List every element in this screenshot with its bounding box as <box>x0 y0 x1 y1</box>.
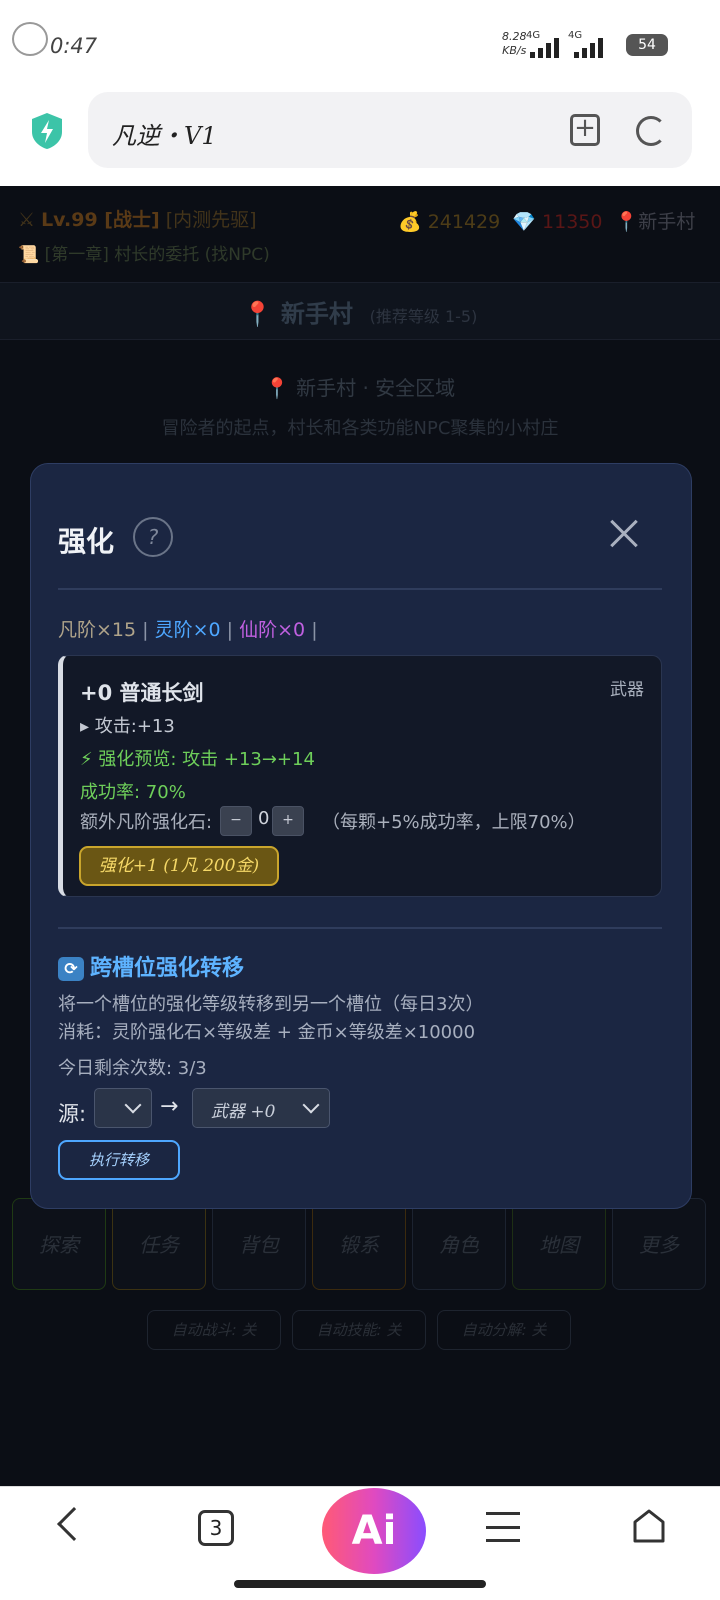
nav-forge[interactable]: 锻系 <box>312 1198 406 1290</box>
menu-icon[interactable] <box>486 1512 520 1542</box>
transfer-desc: 将一个槽位的强化等级转移到另一个槽位（每日3次） <box>58 994 484 1015</box>
shield-icon[interactable] <box>30 112 64 150</box>
decrease-button[interactable]: − <box>220 806 252 836</box>
auto-salvage-toggle[interactable]: 自动分解: 关 <box>437 1310 571 1350</box>
stone-inventory: 凡阶×15 | 灵阶×0 | 仙阶×0 | <box>58 619 318 641</box>
nav-map[interactable]: 地图 <box>512 1198 606 1290</box>
extra-stone-note: （每颗+5%成功率，上限70%） <box>322 812 586 833</box>
signal-icon <box>530 36 566 58</box>
nav-bag[interactable]: 背包 <box>212 1198 306 1290</box>
battery-indicator: 54 <box>626 34 668 56</box>
clock: 0:47 <box>50 34 98 58</box>
nav-character[interactable]: 角色 <box>412 1198 506 1290</box>
help-icon[interactable]: ? <box>133 517 173 557</box>
nav-quest[interactable]: 任务 <box>112 1198 206 1290</box>
target-select[interactable]: 武器 +0 <box>192 1088 330 1128</box>
transfer-remaining: 今日剩余次数: 3/3 <box>58 1058 207 1079</box>
transfer-icon: ⟳ <box>58 957 84 981</box>
modal-title: 强化 <box>58 525 115 558</box>
home-icon[interactable] <box>632 1508 666 1544</box>
reload-icon[interactable] <box>636 116 666 146</box>
chevron-down-icon <box>124 1096 142 1114</box>
auto-skill-toggle[interactable]: 自动技能: 关 <box>292 1310 426 1350</box>
divider <box>58 588 662 590</box>
add-bookmark-icon[interactable]: + <box>570 114 600 146</box>
village-intro: 冒险者的起点，村长和各类功能NPC聚集的小村庄 <box>161 418 559 439</box>
cat-sticker-icon <box>12 22 48 56</box>
status-bar <box>0 0 720 88</box>
item-stat: ▸ 攻击:+13 <box>80 716 175 737</box>
transfer-cost: 消耗：灵阶强化石×等级差 + 金币×等级差×10000 <box>58 1022 476 1043</box>
currency-bar: 💰 241429 💎 11350 📍新手村 <box>398 211 696 233</box>
extra-stone-label: 额外凡阶强化石: <box>80 812 213 833</box>
safe-zone-label: 📍 新手村 · 安全区域 <box>264 376 456 400</box>
tabs-button[interactable]: 3 <box>198 1510 234 1546</box>
close-icon[interactable] <box>606 516 642 552</box>
item-type: 武器 <box>610 680 644 700</box>
increase-button[interactable]: + <box>272 806 304 836</box>
extra-stone-qty: 0 <box>258 808 270 829</box>
enhance-button[interactable]: 强化+1 (1凡 200金) <box>79 846 279 886</box>
quest-info: 📜 [第一章] 村长的委托 (找NPC) <box>18 245 270 265</box>
source-label: 源: <box>58 1102 87 1126</box>
chevron-down-icon <box>302 1096 320 1114</box>
gesture-bar <box>234 1580 486 1588</box>
transfer-arrow: → <box>160 1094 179 1119</box>
page-title[interactable]: 凡逆・V1 <box>112 116 217 151</box>
player-info: ⚔ Lv.99 [战士] [内测先驱] <box>18 209 257 231</box>
nav-explore[interactable]: 探索 <box>12 1198 106 1290</box>
success-rate: 成功率: 70% <box>80 782 186 803</box>
village-title: 📍 新手村 (推荐等级 1-5) <box>242 300 478 328</box>
ai-button[interactable]: Ai <box>322 1488 426 1574</box>
auto-battle-toggle[interactable]: 自动战斗: 关 <box>147 1310 281 1350</box>
transfer-title: ⟳ 跨槽位强化转移 <box>58 950 244 982</box>
execute-transfer-button[interactable]: 执行转移 <box>58 1140 180 1180</box>
signal-icon-2 <box>574 36 610 58</box>
enhance-preview: ⚡ 强化预览: 攻击 +13→+14 <box>80 749 315 770</box>
net-speed: 8.28 KB/s <box>502 30 527 57</box>
nav-more[interactable]: 更多 <box>612 1198 706 1290</box>
source-select[interactable] <box>94 1088 152 1128</box>
divider-2 <box>58 927 662 929</box>
item-name: +0 普通长剑 <box>80 681 204 705</box>
